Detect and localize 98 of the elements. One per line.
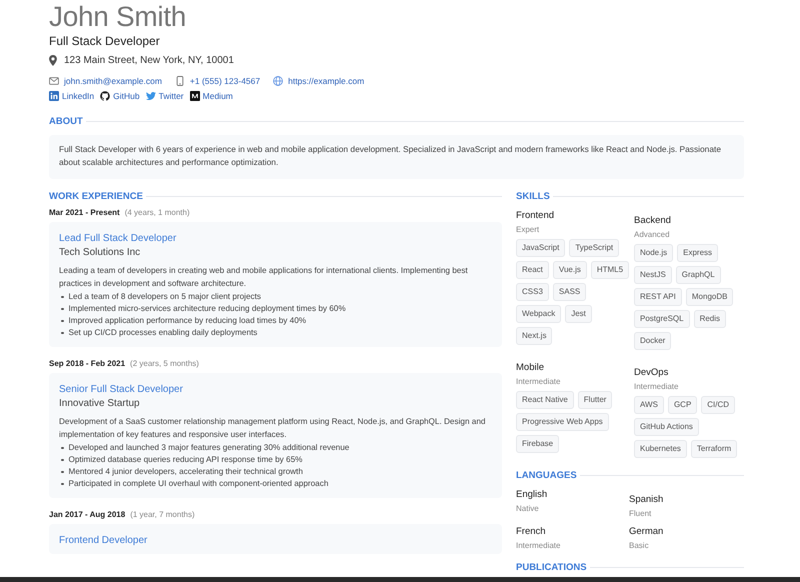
skill-tag: REST API [634, 288, 682, 306]
skill-level: Expert [516, 225, 540, 234]
skill-tag: Redis [694, 310, 726, 328]
skill-tag: Flutter [578, 391, 612, 409]
about-paragraph: Full Stack Developer with 6 years of experience in web and mobile application development. Specialized in JavaScript and modern frameworks like React and Node.js. Passionate about scalable architectures and performance optimization. [49, 135, 744, 179]
skill-tag: Express [677, 244, 718, 262]
skill-level: Advanced [634, 230, 671, 239]
skill-tag: CI/CD [701, 396, 736, 414]
job-duration: (4 years, 1 month) [124, 208, 190, 217]
bullet-icon [61, 482, 64, 486]
address-text: 123 Main Street, New York, NY, 10001 [64, 55, 234, 66]
job-description: Development of a SaaS customer relationship management platform using React, Node.js, and GraphQL. Design and implementation of key features and responsive user interfaces. [59, 416, 486, 441]
job-duration: (1 year, 7 months) [130, 510, 195, 519]
skill-tag: Kubernetes [634, 440, 687, 458]
skill-tag: Docker [634, 332, 672, 350]
contact-link[interactable]: john.smith@example.com [64, 76, 162, 86]
achievement-text: Optimized database queries reducing API response time by 65% [68, 454, 302, 466]
skill-tag: Firebase [516, 435, 560, 453]
social-link[interactable]: Medium [202, 91, 233, 101]
skill-tag: Vue.js [552, 261, 587, 279]
linkedin-icon [49, 91, 59, 101]
bullet-icon [61, 320, 64, 322]
language-level: Native [516, 504, 540, 513]
job-title: Senior Full Stack Developer [59, 384, 184, 395]
person-name: John Smith [49, 0, 188, 34]
company-name: Tech Solutions Inc [59, 247, 142, 258]
job-duration: (2 years, 5 months) [130, 359, 199, 368]
job-dates: Jan 2017 - Aug 2018 [49, 510, 126, 519]
skill-tag: React Native [516, 391, 574, 409]
bullet-icon [61, 308, 64, 310]
job-description: Leading a team of developers in creating web and mobile applications for international clients. Implementing best practices in development and software architecture. [59, 265, 469, 290]
skill-level: Intermediate [516, 377, 562, 386]
bird-icon [146, 91, 156, 101]
job-title: Lead Full Stack Developer [59, 233, 178, 244]
skill-group-name: DevOps [634, 367, 670, 378]
bullet-icon [61, 446, 64, 450]
skill-tag: CSS3 [516, 283, 549, 301]
achievement-text: Led a team of 8 developers on 5 major client projects [68, 291, 262, 303]
job-dates: Mar 2021 - Present [49, 208, 120, 217]
achievement-text: Improved application performance by reducing load times by 40% [68, 315, 306, 327]
language-level: Intermediate [516, 541, 562, 550]
achievement-text: Developed and launched 3 major features generating 30% additional revenue [68, 442, 350, 454]
job-title: Full Stack Developer [49, 34, 161, 48]
skill-group-name: Backend [634, 215, 672, 226]
skill-tag: React [516, 261, 549, 279]
skill-tag: Next.js [516, 327, 552, 345]
skill-group-name: Frontend [516, 210, 556, 221]
skill-tag: TypeScript [569, 239, 620, 257]
social-link[interactable]: GitHub [113, 91, 140, 101]
skill-tag: Webpack [516, 305, 562, 323]
github-icon [100, 91, 110, 101]
job-title: Frontend Developer [59, 535, 148, 546]
phone-icon [174, 76, 185, 86]
bullet-icon [61, 332, 64, 334]
language-name: German [629, 526, 664, 537]
achievement-text: Implemented micro-services architecture reducing deployment times by 60% [68, 303, 346, 315]
skill-tag: GraphQL [676, 266, 721, 284]
language-name: English [516, 489, 548, 500]
skill-tag: Node.js [634, 244, 674, 262]
section-heading: WORK EXPERIENCE [49, 191, 143, 202]
section-heading: SKILLS [516, 191, 550, 202]
skill-tag: AWS [634, 396, 664, 414]
language-name: French [516, 526, 547, 537]
bullet-icon [61, 458, 64, 462]
section-heading: ABOUT [49, 116, 83, 127]
skill-tag: GitHub Actions [634, 418, 699, 436]
skill-tag: NestJS [634, 266, 672, 284]
section-heading: PUBLICATIONS [516, 562, 587, 573]
skill-level: Intermediate [634, 382, 680, 391]
bullet-icon [61, 470, 64, 474]
language-level: Fluent [629, 509, 652, 518]
achievement-text: Set up CI/CD processes enabling daily deployments [68, 327, 258, 339]
skill-tag: HTML5 [590, 261, 630, 279]
skill-tag: MongoDB [686, 288, 734, 306]
achievement-text: Mentored 4 junior developers, accelerating their technical growth [68, 466, 303, 478]
globe-icon [273, 76, 284, 86]
language-name: Spanish [629, 494, 664, 505]
envelope-icon [49, 76, 59, 86]
social-link[interactable]: LinkedIn [62, 91, 94, 101]
job-dates: Sep 2018 - Feb 2021 [49, 359, 126, 368]
bullet-icon [61, 296, 64, 298]
skill-group-name: Mobile [516, 362, 545, 373]
company-name: Innovative Startup [59, 398, 141, 409]
skill-tag: Progressive Web Apps [516, 413, 609, 431]
achievement-text: Participated in complete UI overhaul with component-oriented approach [68, 478, 328, 490]
skill-tag: Jest [565, 305, 592, 323]
contact-link[interactable]: +1 (555) 123-4567 [190, 76, 260, 86]
skill-tag: JavaScript [516, 239, 566, 257]
skill-tag: SASS [552, 283, 586, 301]
skill-tag: PostgreSQL [634, 310, 690, 328]
social-link[interactable]: Twitter [158, 91, 184, 101]
section-heading: LANGUAGES [516, 470, 577, 481]
language-level: Basic [629, 541, 650, 550]
contact-link[interactable]: https://example.com [288, 76, 364, 86]
skill-tag: GCP [668, 396, 698, 414]
location-pin-icon [49, 55, 57, 66]
medium-icon [190, 91, 200, 101]
skill-tag: Terraform [690, 440, 738, 458]
